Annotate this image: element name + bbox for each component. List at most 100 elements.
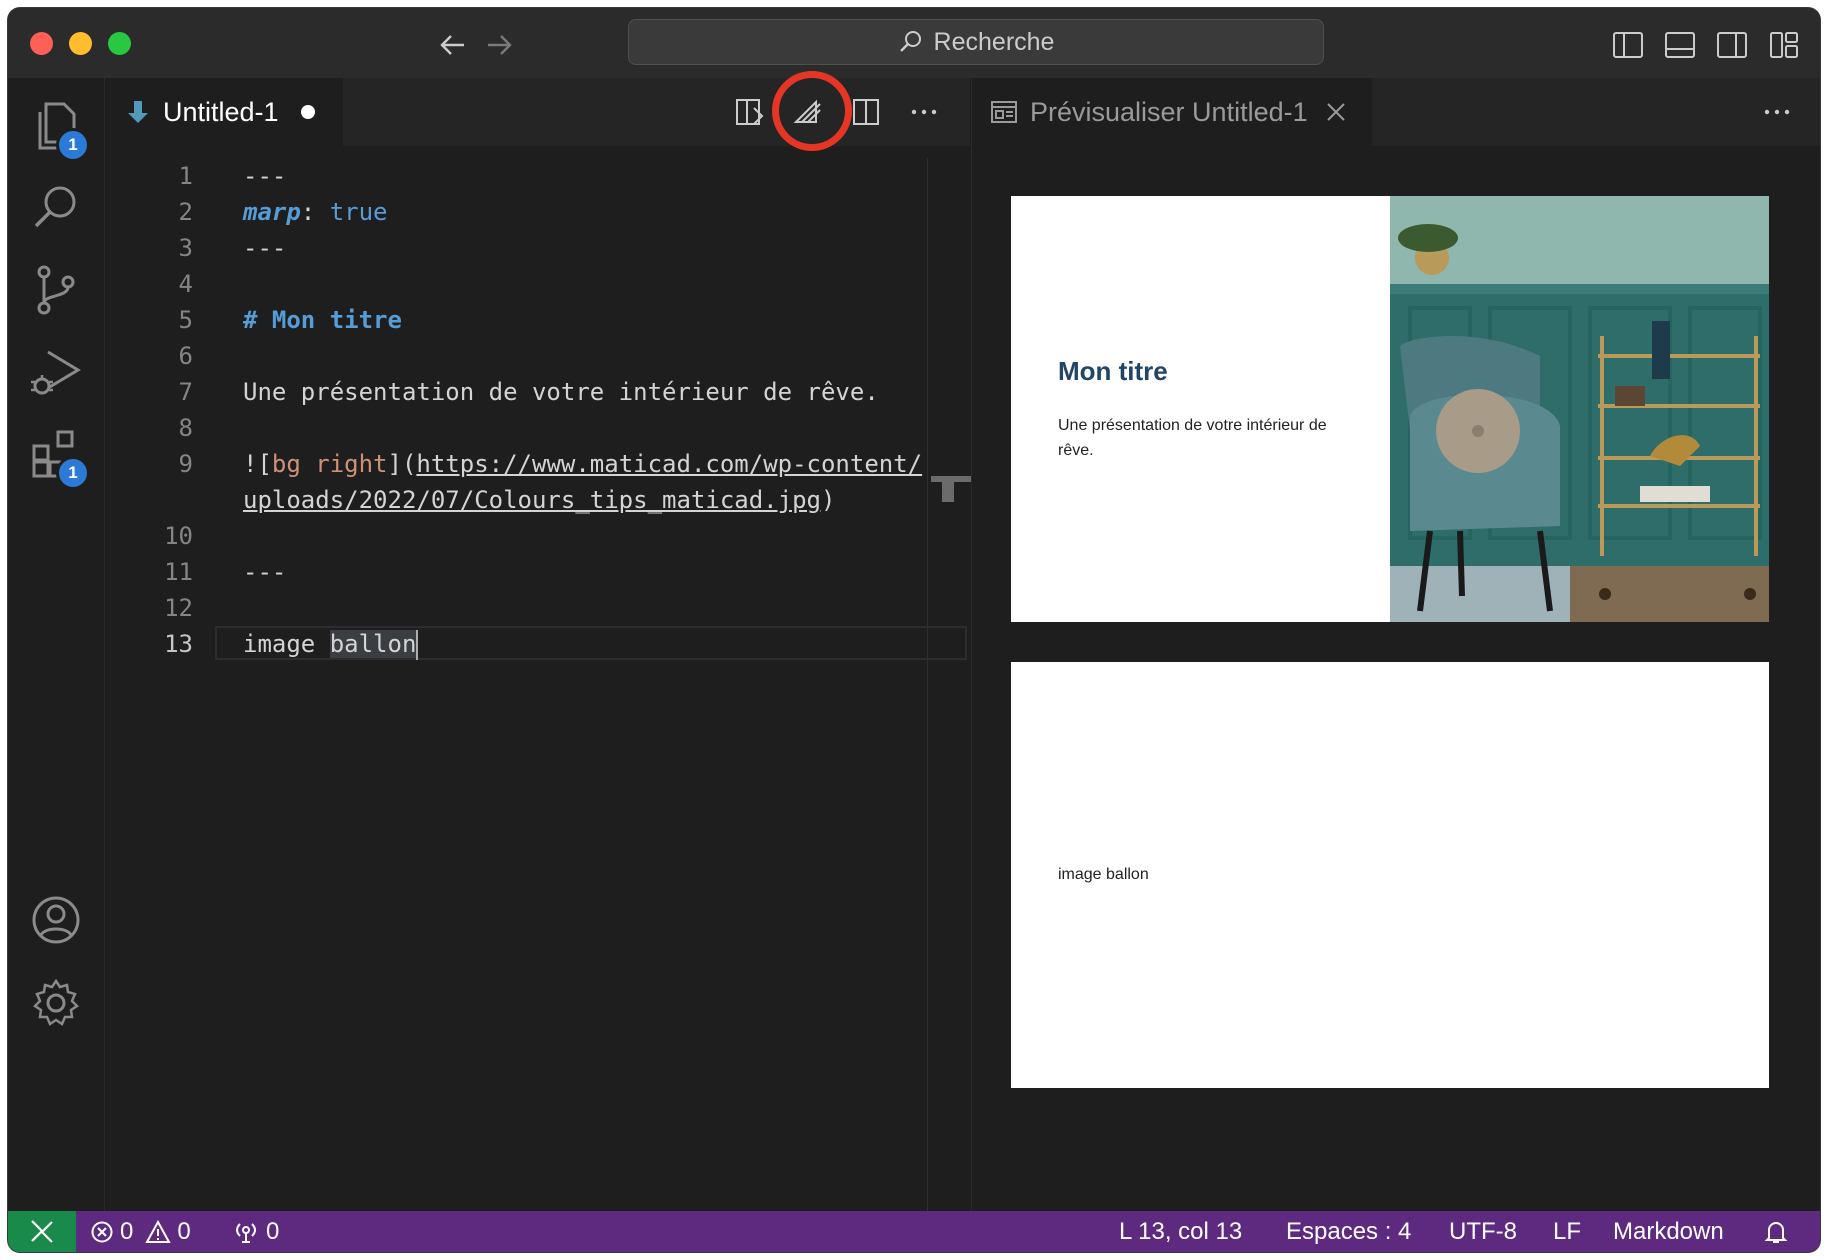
tab-preview[interactable]: Prévisualiser Untitled-1 — [972, 78, 1372, 146]
explorer-badge: 1 — [56, 128, 90, 162]
remote-icon — [31, 1220, 53, 1243]
more-actions-icon[interactable] — [908, 96, 940, 128]
title-bar: Recherche — [8, 8, 1820, 79]
error-count: 0 — [120, 1218, 134, 1245]
source-control-icon — [37, 265, 75, 315]
minimize-window-button[interactable] — [69, 32, 92, 55]
toggle-primary-sidebar-icon[interactable] — [1612, 30, 1644, 60]
slide-background-image — [1390, 196, 1769, 622]
markdown-heading: # Mon titre — [243, 306, 402, 334]
code-line: 8 — [105, 410, 925, 446]
explorer-button[interactable]: 1 — [26, 96, 90, 162]
slide-title: Mon titre — [1058, 356, 1168, 386]
overview-ruler-marker[interactable] — [942, 482, 954, 502]
editor-tab-bar: Untitled-1 — [105, 71, 970, 151]
code-line: 2 marp: true — [105, 194, 925, 230]
search-icon — [899, 31, 921, 52]
line-number: 11 — [164, 558, 193, 586]
code-line: 1 --- — [105, 158, 925, 194]
code-line: 7 Une présentation de votre intérieur de … — [105, 374, 925, 410]
activity-bar: 1 1 — [8, 78, 105, 1211]
remote-indicator[interactable] — [8, 1211, 76, 1252]
markdown-paragraph: Une présentation de votre intérieur de r… — [243, 378, 879, 406]
image-alt-text: bg right — [271, 450, 388, 478]
preview-pane: Prévisualiser Untitled-1 Mon titre Une p… — [971, 78, 1820, 1211]
more-actions-icon[interactable] — [1761, 96, 1793, 128]
yaml-key: marp — [243, 198, 301, 226]
language-mode[interactable]: Markdown — [1613, 1211, 1724, 1252]
bell-icon — [1764, 1221, 1788, 1243]
code-line: 5 # Mon titre — [105, 302, 925, 338]
code-line: 3 --- — [105, 230, 925, 266]
yaml-colon: : — [300, 198, 330, 226]
command-search-box[interactable]: Recherche — [628, 19, 1324, 65]
encoding-setting[interactable]: UTF-8 — [1449, 1211, 1517, 1252]
run-debug-icon — [31, 350, 81, 395]
toggle-panel-icon[interactable] — [1664, 30, 1696, 60]
slide-text: image ballon — [1058, 866, 1149, 883]
image-url-link[interactable]: https://www.maticad.com/wp-content/ — [416, 450, 922, 478]
line-number: 12 — [164, 594, 193, 622]
eol-setting[interactable]: LF — [1553, 1211, 1581, 1252]
line-number: 10 — [164, 522, 193, 550]
code-line-current: 13 image ballon — [105, 626, 967, 662]
preview-icon — [991, 101, 1017, 123]
code-line: 6 — [105, 338, 925, 374]
selected-word: ballon — [329, 630, 417, 658]
close-icon[interactable] — [1324, 100, 1348, 124]
preview-tab-bar: Prévisualiser Untitled-1 — [972, 78, 1820, 146]
notifications-button[interactable] — [1763, 1211, 1789, 1252]
customize-layout-icon[interactable] — [1768, 30, 1800, 60]
extensions-badge: 1 — [56, 456, 90, 490]
line-number: 6 — [178, 342, 193, 370]
extensions-button[interactable]: 1 — [26, 424, 90, 490]
image-url-link[interactable]: uploads/2022/07/Colours_tips_maticad.jpg — [243, 486, 821, 514]
line-number: 4 — [178, 270, 193, 298]
frontmatter-close: --- — [243, 234, 287, 262]
forward-arrow-icon[interactable] — [484, 30, 514, 60]
tab-untitled-1[interactable]: Untitled-1 — [105, 78, 343, 146]
code-editor[interactable]: 1 --- 2 marp: true 3 --- 4 5 # Mon titre 6 7… — [105, 158, 967, 662]
account-icon — [32, 896, 80, 944]
code-line-wrapped: uploads/2022/07/Colours_tips_maticad.jpg… — [105, 482, 925, 518]
ports-count: 0 — [266, 1218, 280, 1245]
tab-title: Untitled-1 — [163, 96, 279, 127]
code-line: 10 — [105, 518, 925, 554]
ports-indicator[interactable]: 0 — [232, 1211, 279, 1252]
split-editor-icon[interactable] — [850, 96, 882, 128]
line-number: 5 — [178, 306, 193, 334]
yaml-value: true — [329, 198, 388, 226]
frontmatter-open: --- — [243, 162, 287, 190]
slide-2: image ballon — [1011, 662, 1769, 1088]
slide-1: Mon titre Une présentation de votre inté… — [1011, 196, 1769, 622]
problems-indicator[interactable]: 0 0 — [90, 1211, 191, 1252]
accounts-button[interactable] — [26, 890, 86, 950]
minimap-divider — [927, 158, 928, 1211]
settings-gear-icon — [33, 978, 79, 1026]
open-preview-icon[interactable] — [734, 96, 766, 128]
line-number: 1 — [178, 162, 193, 190]
unsaved-dot-icon[interactable] — [300, 105, 315, 119]
indentation-setting[interactable]: Espaces : 4 — [1286, 1211, 1411, 1252]
markdown-file-icon — [128, 101, 148, 123]
code-line: 9 ![bg right](https://www.maticad.com/wp-… — [105, 446, 925, 482]
cursor-position[interactable]: L 13, col 13 — [1119, 1211, 1242, 1252]
run-and-debug-button[interactable] — [26, 342, 86, 402]
status-bar: 0 0 0 L 13, col 13 Espaces : 4 UTF-8 LF … — [8, 1211, 1820, 1252]
line-number: 2 — [178, 198, 193, 226]
line-number: 7 — [178, 378, 193, 406]
toggle-secondary-sidebar-icon[interactable] — [1716, 30, 1748, 60]
source-control-button[interactable] — [26, 260, 86, 320]
image-syntax: ![ — [243, 450, 272, 478]
zoom-window-button[interactable] — [108, 32, 131, 55]
search-view-button[interactable] — [26, 178, 86, 238]
warning-count: 0 — [177, 1218, 191, 1245]
back-arrow-icon[interactable] — [438, 30, 468, 60]
text-cursor — [416, 630, 419, 660]
manage-settings-button[interactable] — [26, 973, 86, 1033]
close-window-button[interactable] — [30, 32, 53, 55]
vscode-window: Recherche 1 1 Untitled-1 1 --- 2 marp: t… — [8, 8, 1820, 1252]
code-line: 11 --- — [105, 554, 925, 590]
image-syntax: ]( — [387, 450, 417, 478]
search-label: Recherche — [933, 27, 1055, 56]
